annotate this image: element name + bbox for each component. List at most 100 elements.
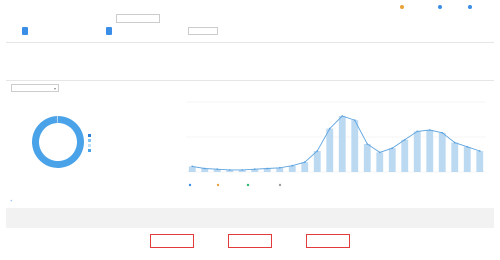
- region-label: [172, 29, 184, 35]
- legend-marker: [246, 183, 250, 187]
- data-point: [328, 127, 331, 130]
- time-option-0[interactable]: [22, 15, 28, 23]
- row-ip: [311, 239, 345, 245]
- device-option-1[interactable]: [38, 27, 44, 35]
- row-bounce: [384, 238, 414, 244]
- bar: [438, 132, 446, 172]
- highlight-box-pv: [150, 234, 194, 248]
- data-point: [366, 143, 369, 145]
- row-uv: [233, 239, 267, 245]
- legend-swatch: [88, 134, 91, 137]
- chevron-down-icon: ▾: [53, 86, 56, 91]
- bar: [301, 162, 309, 172]
- help-link[interactable]: [400, 4, 432, 10]
- data-point: [278, 166, 281, 169]
- legend-marker: [216, 183, 220, 187]
- row-avg: [450, 238, 490, 244]
- metric-card-2: [210, 51, 300, 75]
- time-option-1[interactable]: [37, 15, 43, 23]
- legend-swatch: [88, 139, 91, 142]
- bar: [363, 144, 371, 172]
- data-point: [353, 119, 356, 122]
- bar: [313, 151, 321, 172]
- data-point: [391, 147, 394, 150]
- metric-cards: [6, 51, 494, 75]
- help-icon: [400, 4, 404, 9]
- download-link[interactable]: [468, 4, 492, 10]
- visitor-option-1[interactable]: [120, 27, 126, 35]
- bar: [463, 146, 471, 172]
- trend-chart: [186, 101, 486, 187]
- data-point: [191, 165, 194, 168]
- visitor-label: [90, 29, 102, 35]
- metric-card-0: [10, 51, 100, 75]
- data-point: [291, 164, 294, 167]
- row-index: [10, 238, 20, 244]
- bar: [426, 130, 434, 172]
- data-point: [241, 169, 244, 171]
- data-point: [341, 115, 344, 117]
- col-source: [12, 218, 52, 224]
- data-point: [266, 167, 269, 170]
- data-point: [303, 161, 306, 164]
- metric-card-4: [406, 51, 494, 75]
- table-group-1: [110, 212, 170, 218]
- row-source-link[interactable]: [32, 238, 52, 244]
- add-icon: +: [10, 198, 13, 203]
- table-row: [6, 230, 494, 252]
- bar: [326, 128, 334, 172]
- device-option-0[interactable]: [22, 27, 28, 35]
- region-select[interactable]: [188, 27, 218, 35]
- data-point: [478, 150, 481, 152]
- bar: [376, 152, 384, 172]
- page-title: [6, 3, 86, 11]
- bar: [388, 148, 396, 172]
- table-group-2: [312, 212, 372, 218]
- row-action-link[interactable]: [90, 238, 100, 244]
- bar: [351, 120, 359, 172]
- col-pv[interactable]: [150, 221, 194, 227]
- divider: [6, 80, 494, 81]
- donut-slice: [31, 116, 84, 168]
- data-point: [416, 130, 419, 133]
- visitor-option-2[interactable]: [142, 27, 148, 35]
- time-option-3[interactable]: [80, 15, 86, 23]
- row-pv: [155, 239, 189, 245]
- time-label: [6, 17, 18, 23]
- legend-marker: [188, 183, 192, 187]
- metric-card-3: [310, 51, 400, 75]
- share-icon: [438, 4, 442, 9]
- bar: [288, 165, 296, 172]
- share-link[interactable]: [438, 4, 462, 10]
- metric-card-1: [110, 51, 200, 75]
- donut-legend: [88, 134, 91, 152]
- col-uv[interactable]: [232, 221, 272, 227]
- highlight-box-uv: [228, 234, 272, 248]
- data-point: [253, 168, 256, 171]
- device-label: [6, 29, 18, 35]
- bar: [451, 142, 459, 172]
- add-metric-link[interactable]: +: [10, 198, 50, 204]
- series-line: [192, 115, 480, 171]
- visitor-option-0[interactable]: [106, 27, 112, 35]
- data-point: [453, 141, 456, 144]
- bar: [338, 116, 346, 172]
- legend-marker: [278, 183, 282, 187]
- bar: [413, 131, 421, 172]
- device-option-2[interactable]: [60, 27, 66, 35]
- donut-chart: [31, 116, 91, 168]
- col-avg[interactable]: [448, 221, 494, 227]
- col-ip[interactable]: [314, 221, 344, 227]
- time-option-2[interactable]: [52, 15, 58, 23]
- date-range-input[interactable]: [116, 14, 160, 23]
- data-point: [228, 169, 231, 171]
- divider: [6, 42, 494, 43]
- data-point: [403, 138, 406, 141]
- compare-option[interactable]: [164, 17, 198, 23]
- col-bounce[interactable]: [384, 221, 414, 227]
- data-point: [216, 168, 219, 171]
- highlight-box-ip: [306, 234, 350, 248]
- metric-dropdown[interactable]: ▾: [11, 84, 59, 92]
- bar: [401, 139, 409, 172]
- data-point: [316, 150, 319, 152]
